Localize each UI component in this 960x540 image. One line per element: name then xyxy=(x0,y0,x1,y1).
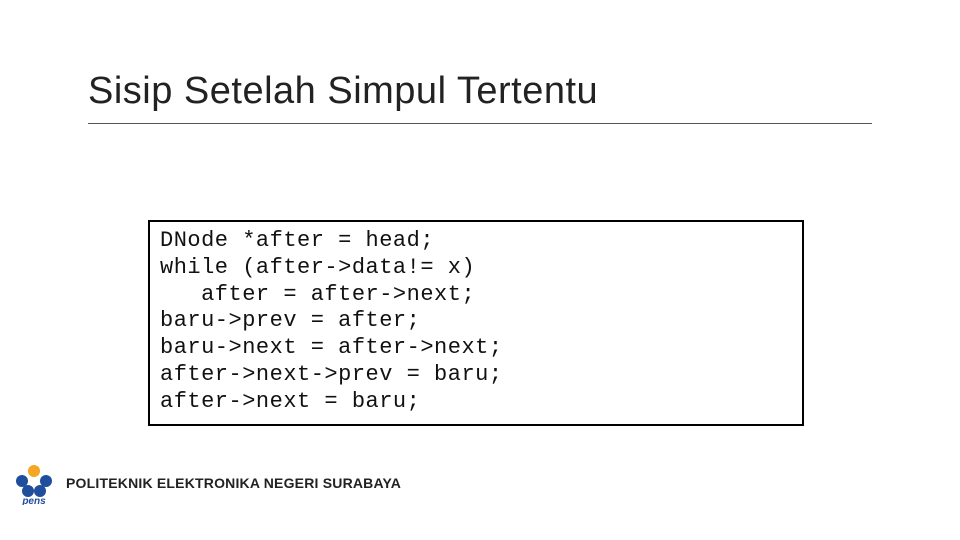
footer: pens POLITEKNIK ELEKTRONIKA NEGERI SURAB… xyxy=(0,472,401,494)
code-line: after->next->prev = baru; xyxy=(160,362,792,389)
footer-text: POLITEKNIK ELEKTRONIKA NEGERI SURABAYA xyxy=(66,475,401,491)
code-box: DNode *after = head; while (after->data!… xyxy=(148,220,804,426)
code-line: after->next = baru; xyxy=(160,389,792,416)
title-area: Sisip Setelah Simpul Tertentu xyxy=(88,70,872,124)
code-line: baru->prev = after; xyxy=(160,308,792,335)
code-line: baru->next = after->next; xyxy=(160,335,792,362)
code-line: while (after->data!= x) xyxy=(160,255,792,282)
page-title: Sisip Setelah Simpul Tertentu xyxy=(88,70,872,113)
logo-text: pens xyxy=(21,496,46,505)
logo-icon: pens xyxy=(8,461,60,505)
code-line: DNode *after = head; xyxy=(160,228,792,255)
title-underline xyxy=(88,123,872,124)
code-line: after = after->next; xyxy=(160,282,792,309)
